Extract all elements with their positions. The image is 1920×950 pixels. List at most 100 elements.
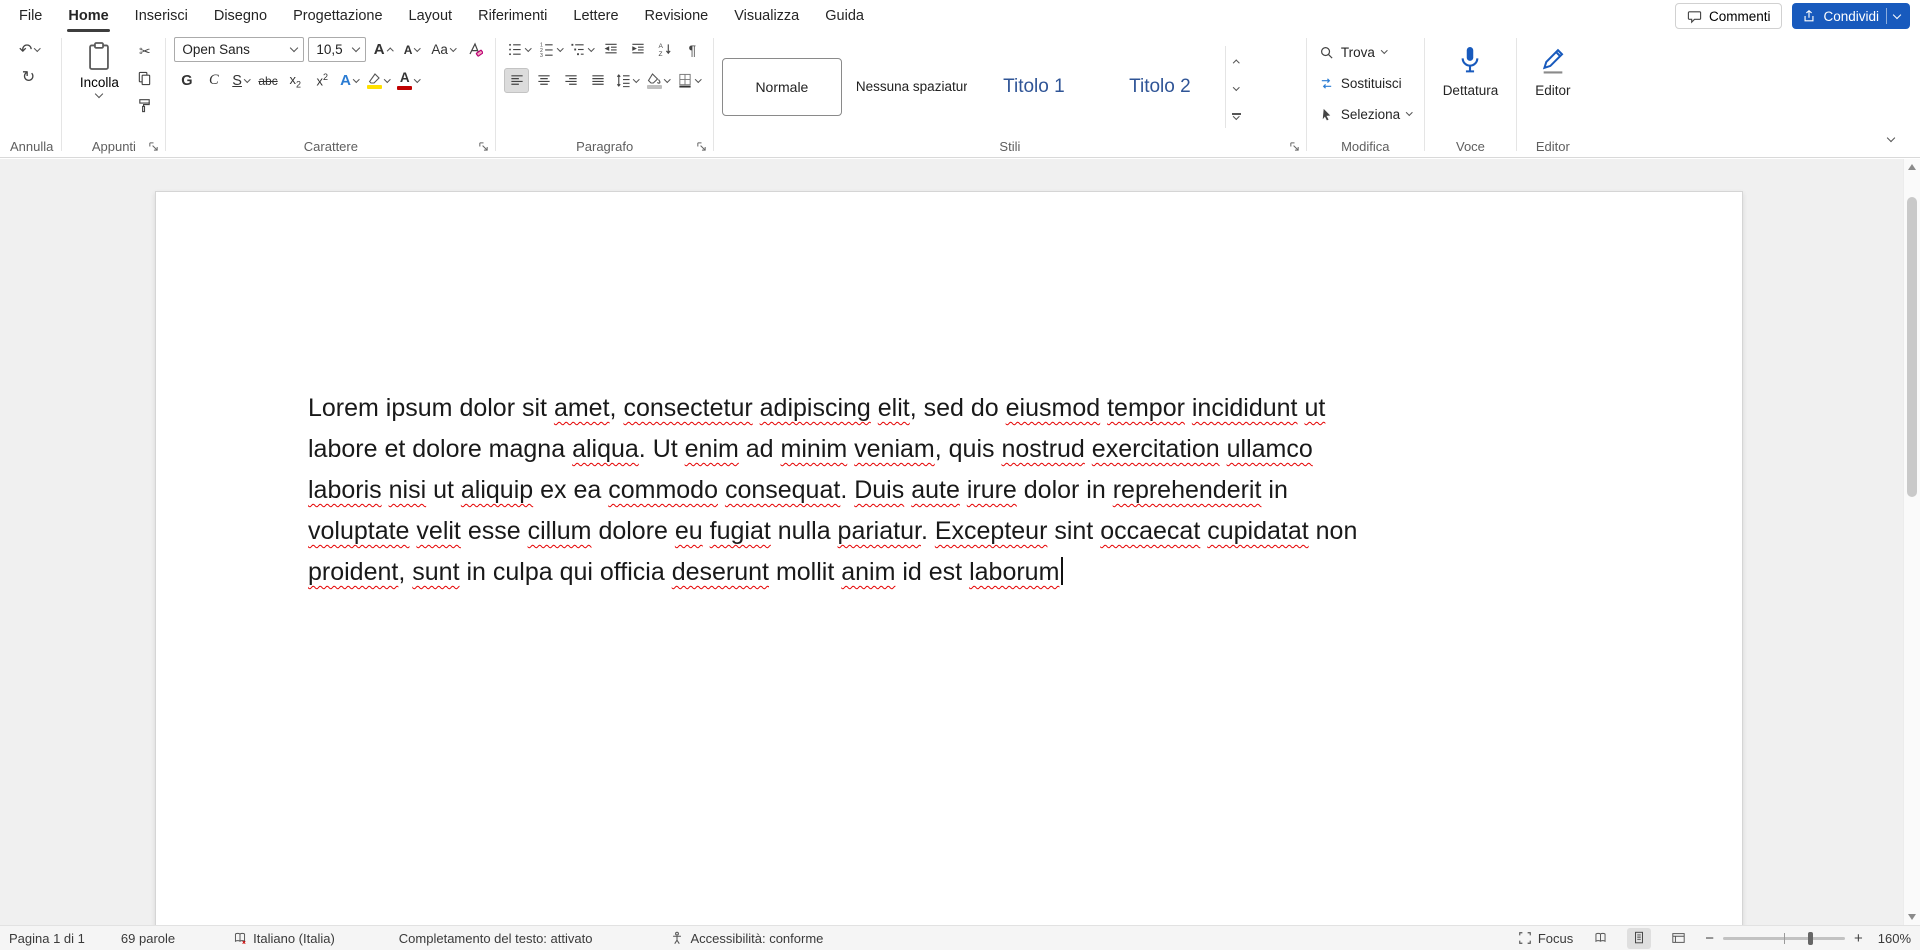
tab-disegno[interactable]: Disegno <box>201 0 280 32</box>
copy-button[interactable] <box>132 66 157 91</box>
align-center-button[interactable] <box>531 68 556 93</box>
style-card-titolo-2[interactable]: Titolo 2 <box>1100 58 1220 116</box>
print-layout-button[interactable] <box>1627 928 1651 949</box>
tab-layout[interactable]: Layout <box>396 0 466 32</box>
text-effects-chevron-icon[interactable] <box>353 76 359 82</box>
numbering-button[interactable]: 123 <box>536 37 566 62</box>
scroll-up-icon[interactable] <box>1904 159 1920 175</box>
document-paragraph[interactable]: Lorem ipsum dolor sit amet, consectetur … <box>308 388 1603 593</box>
style-card-normale[interactable]: Normale <box>722 58 842 116</box>
line-spacing-chevron-icon[interactable] <box>633 76 639 82</box>
font-name-chevron-icon[interactable] <box>290 44 298 52</box>
styles-dialog-launcher-icon[interactable] <box>1287 139 1302 154</box>
shading-button[interactable] <box>644 68 673 93</box>
zoom-out-button[interactable]: − <box>1705 931 1714 946</box>
highlight-chevron-icon[interactable] <box>384 76 390 82</box>
clear-formatting-button[interactable] <box>462 37 487 62</box>
justify-button[interactable] <box>585 68 610 93</box>
tab-progettazione[interactable]: Progettazione <box>280 0 395 32</box>
dictate-button[interactable]: Dettatura <box>1433 37 1509 98</box>
focus-mode-button[interactable]: Focus <box>1518 931 1573 946</box>
page-indicator[interactable]: Pagina 1 di 1 <box>9 931 85 946</box>
gallery-scroll-down-icon[interactable] <box>1234 77 1239 101</box>
align-right-button[interactable] <box>558 68 583 93</box>
comments-button[interactable]: Commenti <box>1675 3 1783 29</box>
format-painter-button[interactable] <box>132 93 157 118</box>
superscript-button[interactable]: x2 <box>310 68 335 93</box>
tab-inserisci[interactable]: Inserisci <box>122 0 201 32</box>
show-paragraph-marks-button[interactable]: ¶ <box>680 37 705 62</box>
text-completion-status[interactable]: Completamento del testo: attivato <box>399 931 593 946</box>
select-chevron-icon[interactable] <box>1406 109 1412 115</box>
scroll-down-icon[interactable] <box>1904 909 1920 925</box>
strikethrough-button[interactable]: abc <box>255 68 280 93</box>
redo-button[interactable]: ↻ <box>16 64 41 89</box>
tab-guida[interactable]: Guida <box>812 0 877 32</box>
borders-button[interactable] <box>674 68 704 93</box>
tab-riferimenti[interactable]: Riferimenti <box>465 0 560 32</box>
paste-chevron-icon[interactable] <box>95 90 103 98</box>
accessibility-status[interactable]: Accessibilità: conforme <box>670 931 823 946</box>
word-count[interactable]: 69 parole <box>121 931 175 946</box>
tab-visualizza[interactable]: Visualizza <box>721 0 812 32</box>
grow-font-button[interactable]: A <box>370 37 395 62</box>
document-line[interactable]: Lorem ipsum dolor sit amet, consectetur … <box>308 388 1603 429</box>
document-line[interactable]: voluptate velit esse cillum dolore eu fu… <box>308 511 1603 552</box>
document-line[interactable]: labore et dolore magna aliqua. Ut enim a… <box>308 429 1603 470</box>
find-button[interactable]: Trova <box>1315 39 1391 65</box>
shrink-font-button[interactable]: A <box>399 37 424 62</box>
increase-indent-button[interactable] <box>626 37 651 62</box>
vertical-scrollbar[interactable] <box>1903 159 1920 925</box>
underline-button[interactable]: S <box>228 68 253 93</box>
paste-button[interactable]: Incolla <box>70 37 128 99</box>
select-button[interactable]: Seleziona <box>1315 101 1416 127</box>
zoom-slider-thumb[interactable] <box>1808 932 1813 945</box>
font-dialog-launcher-icon[interactable] <box>476 139 491 154</box>
editor-button[interactable]: Editor <box>1525 37 1580 98</box>
bold-button[interactable]: G <box>174 68 199 93</box>
font-color-button[interactable]: A <box>394 68 423 93</box>
document-line[interactable]: proident, sunt in culpa qui officia dese… <box>308 552 1603 593</box>
clipboard-dialog-launcher-icon[interactable] <box>146 139 161 154</box>
subscript-button[interactable]: x2 <box>283 68 308 93</box>
cut-button[interactable]: ✂ <box>132 39 157 64</box>
text-effects-button[interactable]: A <box>337 68 362 93</box>
highlight-button[interactable] <box>364 68 393 93</box>
zoom-in-button[interactable]: + <box>1854 931 1863 946</box>
multilevel-list-button[interactable] <box>567 37 597 62</box>
align-left-button[interactable] <box>504 68 529 93</box>
document-line[interactable]: laboris nisi ut aliquip ex ea commodo co… <box>308 470 1603 511</box>
tab-lettere[interactable]: Lettere <box>560 0 631 32</box>
zoom-level[interactable]: 160% <box>1878 931 1911 946</box>
gallery-scroll-up-icon[interactable] <box>1234 50 1239 74</box>
borders-chevron-icon[interactable] <box>695 76 701 82</box>
sort-button[interactable]: AZ <box>653 37 678 62</box>
read-mode-button[interactable] <box>1588 928 1612 949</box>
underline-chevron-icon[interactable] <box>244 76 250 82</box>
language-indicator[interactable]: Italiano (Italia) <box>233 931 335 946</box>
share-chevron-icon[interactable] <box>1893 10 1901 18</box>
paragraph-dialog-launcher-icon[interactable] <box>694 139 709 154</box>
replace-button[interactable]: Sostituisci <box>1315 70 1406 96</box>
italic-button[interactable]: C <box>201 68 226 93</box>
bullets-chevron-icon[interactable] <box>525 45 531 51</box>
tab-file[interactable]: File <box>6 0 55 32</box>
shading-chevron-icon[interactable] <box>664 76 670 82</box>
undo-button[interactable]: ↶ <box>16 37 43 62</box>
share-button[interactable]: Condividi <box>1792 3 1910 29</box>
numbering-chevron-icon[interactable] <box>557 45 563 51</box>
multilevel-chevron-icon[interactable] <box>588 45 594 51</box>
font-size-combobox[interactable]: 10,5 <box>308 37 366 62</box>
font-color-chevron-icon[interactable] <box>414 76 420 82</box>
style-card-nessuna-spaziatura[interactable]: Nessuna spaziatura <box>848 58 968 116</box>
zoom-slider[interactable] <box>1723 937 1845 940</box>
change-case-chevron-icon[interactable] <box>450 45 456 51</box>
bullets-button[interactable] <box>504 37 534 62</box>
document-page[interactable]: Lorem ipsum dolor sit amet, consectetur … <box>155 191 1743 925</box>
tab-home[interactable]: Home <box>55 0 121 32</box>
collapse-ribbon-icon[interactable] <box>1880 130 1902 148</box>
font-size-chevron-icon[interactable] <box>352 44 360 52</box>
web-layout-button[interactable] <box>1666 928 1690 949</box>
line-spacing-button[interactable] <box>612 68 642 93</box>
scrollbar-thumb[interactable] <box>1907 197 1917 497</box>
